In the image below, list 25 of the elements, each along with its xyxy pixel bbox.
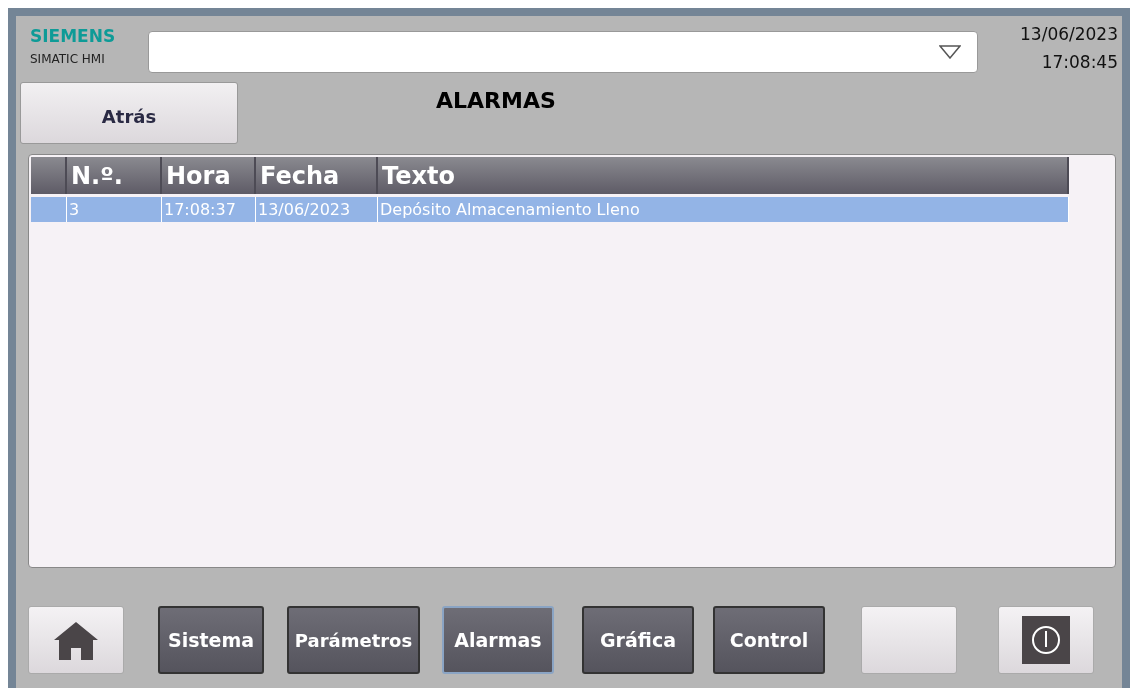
time-text: 17:08:45 — [1041, 52, 1118, 72]
date-text: 13/06/2023 — [1020, 24, 1118, 44]
nav-button[interactable]: Alarmas — [442, 606, 554, 674]
home-icon — [53, 620, 99, 660]
nav-button[interactable]: Control — [713, 606, 825, 674]
nav-button[interactable]: Sistema — [158, 606, 264, 674]
power-button[interactable] — [998, 606, 1094, 674]
screen-title: ALARMAS — [436, 88, 556, 113]
nav-button[interactable]: Parámetros — [287, 606, 420, 674]
dropdown-caret-icon — [939, 45, 961, 59]
product-name: SIMATIC HMI — [30, 52, 106, 66]
column-header[interactable]: Hora — [162, 157, 256, 194]
column-header[interactable]: Texto — [378, 157, 1069, 194]
column-header[interactable]: Fecha — [256, 157, 378, 194]
back-button[interactable]: Atrás — [20, 82, 238, 144]
table-cell: 13/06/2023 — [256, 197, 378, 222]
dropdown-field[interactable] — [148, 31, 978, 73]
home-button[interactable] — [28, 606, 124, 674]
table-cell: 17:08:37 — [162, 197, 256, 222]
table-cell: 3 — [67, 197, 162, 222]
column-header[interactable]: N.º. — [67, 157, 162, 194]
table-cell: Depósito Almacenamiento Lleno — [378, 197, 1069, 222]
power-icon — [1022, 616, 1070, 664]
nav-button[interactable]: Gráfica — [582, 606, 694, 674]
brand-logo: SIEMENS — [30, 26, 117, 46]
